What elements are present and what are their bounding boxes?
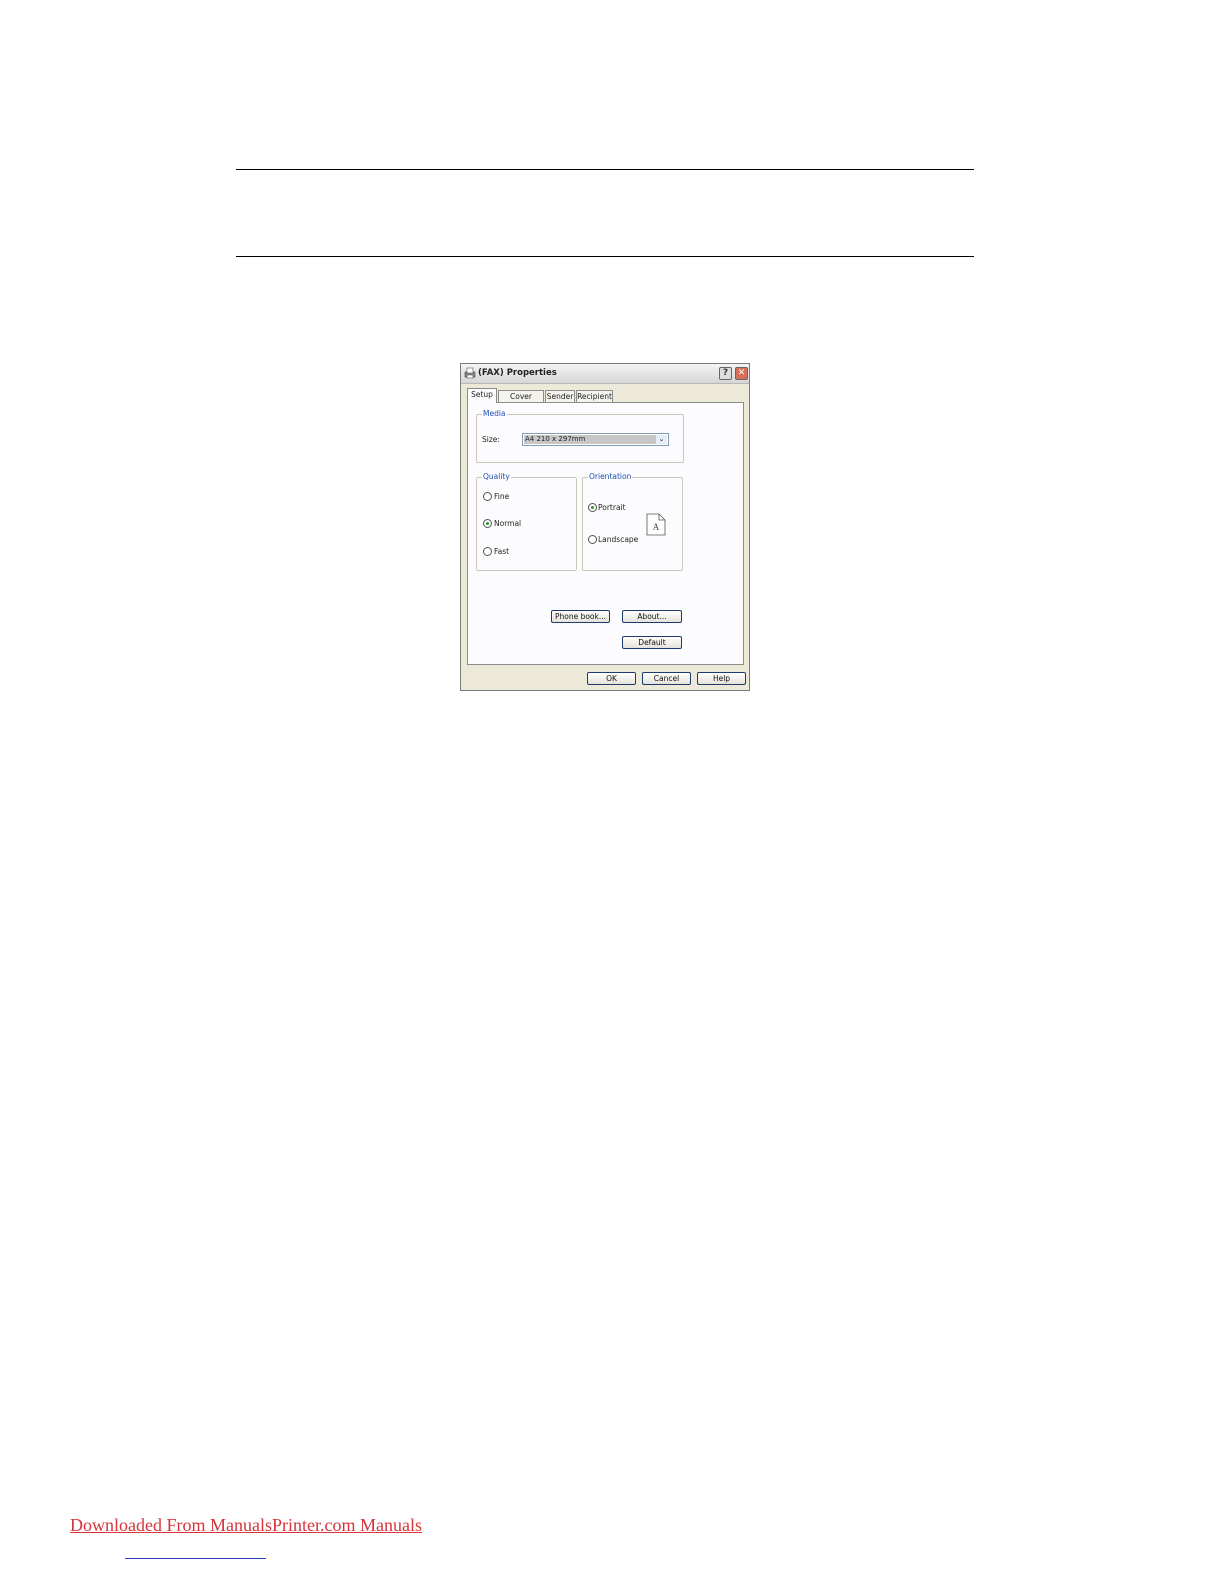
phone-book-button[interactable]: Phone book... [551, 610, 610, 623]
size-select-value: A4 210 x 297mm [524, 435, 656, 444]
setup-panel: Media Size: A4 210 x 297mm ⌄ Quality Fin… [467, 402, 744, 665]
radio-landscape[interactable] [588, 535, 597, 544]
title-bar[interactable]: (FAX) Properties ? ✕ [461, 364, 749, 384]
radio-portrait[interactable] [588, 503, 597, 512]
tab-sender[interactable]: Sender [545, 390, 575, 402]
cancel-button[interactable]: Cancel [642, 672, 691, 685]
radio-normal-label: Normal [494, 519, 522, 528]
radio-normal[interactable] [483, 519, 492, 528]
media-legend: Media [482, 409, 507, 418]
printer-icon [464, 367, 476, 379]
help-title-button[interactable]: ? [719, 367, 732, 380]
radio-fast-label: Fast [494, 547, 510, 556]
radio-landscape-label: Landscape [598, 535, 639, 544]
manuals-footer-link[interactable]: Downloaded From ManualsPrinter.com Manua… [70, 1515, 422, 1536]
page-preview-letter: A [653, 522, 660, 532]
size-label: Size: [482, 435, 500, 444]
tab-cover-sheet[interactable]: Cover Sheet [498, 390, 544, 412]
fax-properties-dialog: (FAX) Properties ? ✕ Setup Cover Sheet S… [460, 363, 750, 691]
page-orientation-icon: A [646, 513, 666, 536]
size-select[interactable]: A4 210 x 297mm ⌄ [522, 433, 669, 446]
chevron-down-icon[interactable]: ⌄ [655, 435, 667, 444]
orientation-legend: Orientation [588, 472, 633, 481]
default-button[interactable]: Default [622, 636, 682, 649]
about-button[interactable]: About... [622, 610, 682, 623]
orientation-group: Orientation Portrait Landscape A [582, 472, 683, 571]
radio-fine[interactable] [483, 492, 492, 501]
radio-fast[interactable] [483, 547, 492, 556]
radio-fine-label: Fine [494, 492, 510, 501]
close-button[interactable]: ✕ [735, 367, 748, 380]
quality-legend: Quality [482, 472, 511, 481]
dialog-title: (FAX) Properties [478, 368, 557, 378]
quality-group: Quality Fine Normal Fast [476, 472, 577, 571]
bottom-rule [236, 256, 974, 257]
ok-button[interactable]: OK [587, 672, 636, 685]
help-button[interactable]: Help [697, 672, 746, 685]
tab-setup[interactable]: Setup [467, 388, 497, 403]
media-group: Media Size: A4 210 x 297mm ⌄ [476, 409, 684, 463]
radio-portrait-label: Portrait [598, 503, 626, 512]
tab-recipient[interactable]: Recipient [576, 390, 613, 402]
top-rule [236, 169, 974, 170]
footer-underline [125, 1558, 266, 1559]
